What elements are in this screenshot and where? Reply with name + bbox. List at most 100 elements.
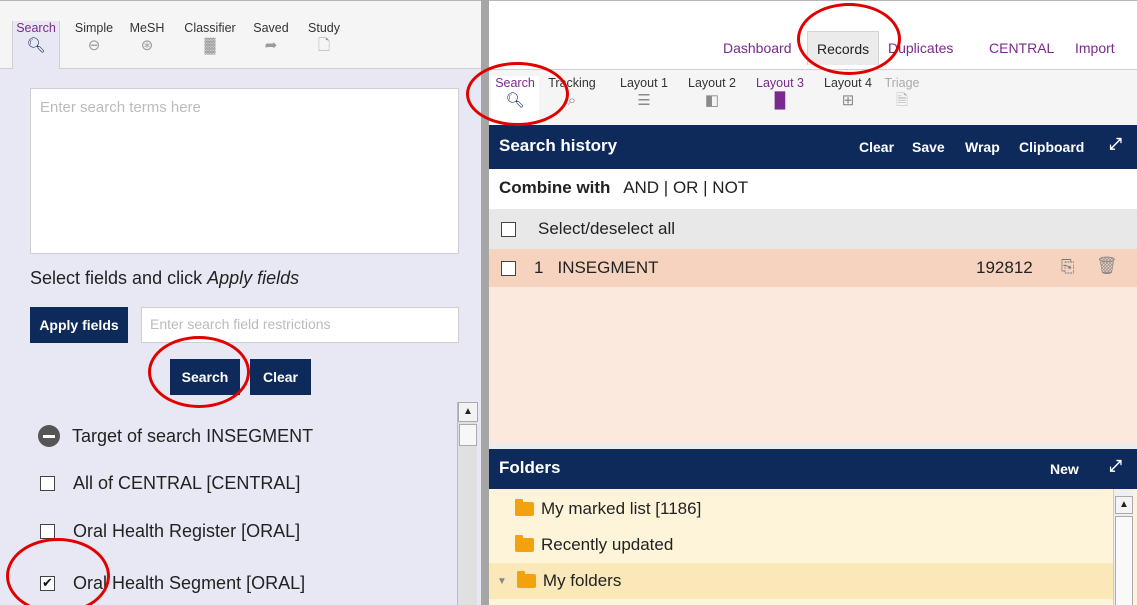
- tab-classifier[interactable]: Classifier ▓: [180, 21, 240, 69]
- fields-instruction-emphasis: Apply fields: [207, 268, 300, 288]
- target-of-search[interactable]: Target of search INSEGMENT: [38, 425, 313, 447]
- search-button[interactable]: Search: [170, 359, 240, 395]
- top-navigation: Dashboard Records Duplicates CENTRAL Imp…: [489, 31, 1137, 65]
- nav-duplicates[interactable]: Duplicates: [888, 31, 953, 65]
- search-history-list: 1 INSEGMENT 192812 ⎘ 🗑︎: [489, 249, 1137, 443]
- history-wrap-button[interactable]: Wrap: [965, 139, 1000, 155]
- search-history-header: Search history Clear Save Wrap Clipboard…: [489, 125, 1137, 169]
- triage-icon: 🗎︎: [895, 92, 909, 109]
- left-scrollbar[interactable]: ▲: [457, 402, 478, 605]
- nav-import[interactable]: Import: [1075, 31, 1115, 65]
- tab-simple[interactable]: Simple ⊖: [70, 21, 118, 69]
- search-panel: Search 🔍︎ Simple ⊖ MeSH ⊛ Classifier ▓ S…: [0, 0, 481, 605]
- layout-4-icon: ⊞: [841, 92, 855, 109]
- layout-3-icon: █: [774, 92, 786, 109]
- history-row-number: 1: [534, 258, 544, 277]
- tab-label: Simple: [74, 21, 114, 35]
- search-icon: 🔍︎: [26, 37, 46, 54]
- zoom-out-icon: ⊖: [87, 37, 101, 54]
- collapse-minus-icon[interactable]: [38, 425, 60, 447]
- tab-label: Tracking: [548, 76, 596, 90]
- tab-layout-2[interactable]: Layout 2 ◧: [683, 76, 741, 126]
- history-row-count[interactable]: 192812: [976, 258, 1033, 278]
- field-restrictions-input[interactable]: Enter search field restrictions: [141, 307, 459, 343]
- tab-mesh[interactable]: MeSH ⊛: [128, 21, 166, 69]
- nav-dashboard[interactable]: Dashboard: [723, 31, 792, 65]
- tab-layout-4[interactable]: Layout 4 ⊞: [819, 76, 877, 126]
- source-checkbox[interactable]: [40, 476, 55, 491]
- search-mode-tabs: Search 🔍︎ Simple ⊖ MeSH ⊛ Classifier ▓ S…: [0, 1, 481, 69]
- scroll-up-arrow-icon[interactable]: ▲: [1115, 496, 1133, 514]
- tab-label: Saved: [253, 21, 289, 35]
- records-panel: Dashboard Records Duplicates CENTRAL Imp…: [489, 0, 1137, 605]
- tab-history-search[interactable]: Search 🔍︎: [491, 76, 539, 126]
- new-folder-button[interactable]: New: [1050, 461, 1079, 477]
- folder-item-recently-updated[interactable]: Recently updated: [489, 527, 1114, 563]
- nav-records[interactable]: Records: [807, 31, 880, 65]
- tab-label: Search: [16, 21, 56, 35]
- scroll-thumb[interactable]: [1115, 516, 1133, 605]
- folder-item-my-folders[interactable]: ▼ My folders: [489, 563, 1114, 599]
- expand-icon[interactable]: ⤢: [1109, 458, 1122, 476]
- history-row[interactable]: 1 INSEGMENT 192812 ⎘ 🗑︎: [489, 249, 1137, 287]
- source-label: Oral Health Register [ORAL]: [73, 521, 301, 541]
- tab-layout-3[interactable]: Layout 3 █: [751, 76, 809, 126]
- expand-icon[interactable]: ⤢: [1109, 136, 1122, 154]
- history-row-checkbox[interactable]: [501, 260, 516, 276]
- source-item-central[interactable]: All of CENTRAL [CENTRAL]: [40, 473, 300, 494]
- bar-chart-icon: ▓: [204, 37, 216, 54]
- tab-label: Layout 2: [688, 76, 736, 90]
- history-clipboard-button[interactable]: Clipboard: [1019, 139, 1084, 155]
- folders-scrollbar[interactable]: ▲: [1113, 489, 1133, 605]
- tab-saved[interactable]: Saved ➦: [250, 21, 292, 69]
- tab-tracking[interactable]: Tracking ⌕: [545, 76, 599, 126]
- trash-icon[interactable]: 🗑︎: [1096, 256, 1118, 276]
- source-checkbox[interactable]: [40, 524, 55, 539]
- select-all-label: Select/deselect all: [538, 219, 676, 238]
- history-save-button[interactable]: Save: [912, 139, 945, 155]
- tab-label: Layout 1: [620, 76, 668, 90]
- tab-label: MeSH: [129, 21, 165, 35]
- apply-fields-button[interactable]: Apply fields: [30, 307, 128, 343]
- source-checkbox-checked[interactable]: ✔: [40, 576, 55, 591]
- folder-label: Recently updated: [541, 535, 674, 554]
- folders-list: My marked list [1186] Recently updated ▼…: [489, 489, 1137, 605]
- folder-label: My folders: [542, 571, 622, 590]
- tab-layout-1[interactable]: Layout 1 ☰: [615, 76, 673, 126]
- scroll-thumb[interactable]: [459, 424, 477, 446]
- select-all-row[interactable]: Select/deselect all: [489, 209, 1137, 249]
- tab-label: Layout 4: [824, 76, 872, 90]
- panel-divider[interactable]: [481, 0, 489, 605]
- history-clear-button[interactable]: Clear: [859, 139, 894, 155]
- tab-label: Search: [495, 76, 535, 90]
- scroll-up-arrow-icon[interactable]: ▲: [458, 402, 478, 422]
- tab-study[interactable]: Study 🗋︎: [302, 21, 346, 69]
- nav-central[interactable]: CENTRAL: [989, 31, 1054, 65]
- history-row-query[interactable]: INSEGMENT: [557, 258, 658, 278]
- document-icon: 🗋︎: [317, 37, 331, 54]
- fields-instruction-text: Select fields and click: [30, 268, 208, 288]
- tab-label: Study: [308, 21, 340, 35]
- folder-item-marked-list[interactable]: My marked list [1186]: [489, 491, 1114, 527]
- folder-icon: [515, 499, 534, 516]
- combine-label: Combine with: [499, 178, 611, 197]
- tab-search[interactable]: Search 🔍︎: [12, 21, 60, 69]
- clear-button[interactable]: Clear: [250, 359, 311, 395]
- caret-down-icon[interactable]: ▼: [497, 576, 507, 587]
- tab-triage[interactable]: Triage 🗎︎: [882, 76, 922, 126]
- folder-label: My marked list [1186]: [541, 499, 702, 518]
- search-history-title: Search history: [499, 136, 618, 155]
- copy-icon[interactable]: ⎘: [1061, 257, 1075, 277]
- source-label: Oral Health Segment [ORAL]: [73, 573, 306, 593]
- view-tabs: Search 🔍︎ Tracking ⌕ Layout 1 ☰ Layout 2…: [489, 69, 1137, 126]
- target-label: Target of search INSEGMENT: [72, 425, 314, 446]
- combine-operators[interactable]: AND | OR | NOT: [623, 178, 748, 197]
- combine-with-bar: Combine with AND | OR | NOT: [489, 169, 1137, 209]
- folders-header: Folders New ⤢: [489, 449, 1137, 489]
- source-item-oral-segment[interactable]: ✔ Oral Health Segment [ORAL]: [40, 573, 305, 594]
- source-item-oral-register[interactable]: Oral Health Register [ORAL]: [40, 521, 300, 542]
- search-terms-input[interactable]: Enter search terms here: [30, 88, 459, 254]
- select-all-checkbox[interactable]: [501, 221, 516, 237]
- search-icon: 🔍︎: [505, 92, 525, 109]
- tab-label: Classifier: [184, 21, 236, 35]
